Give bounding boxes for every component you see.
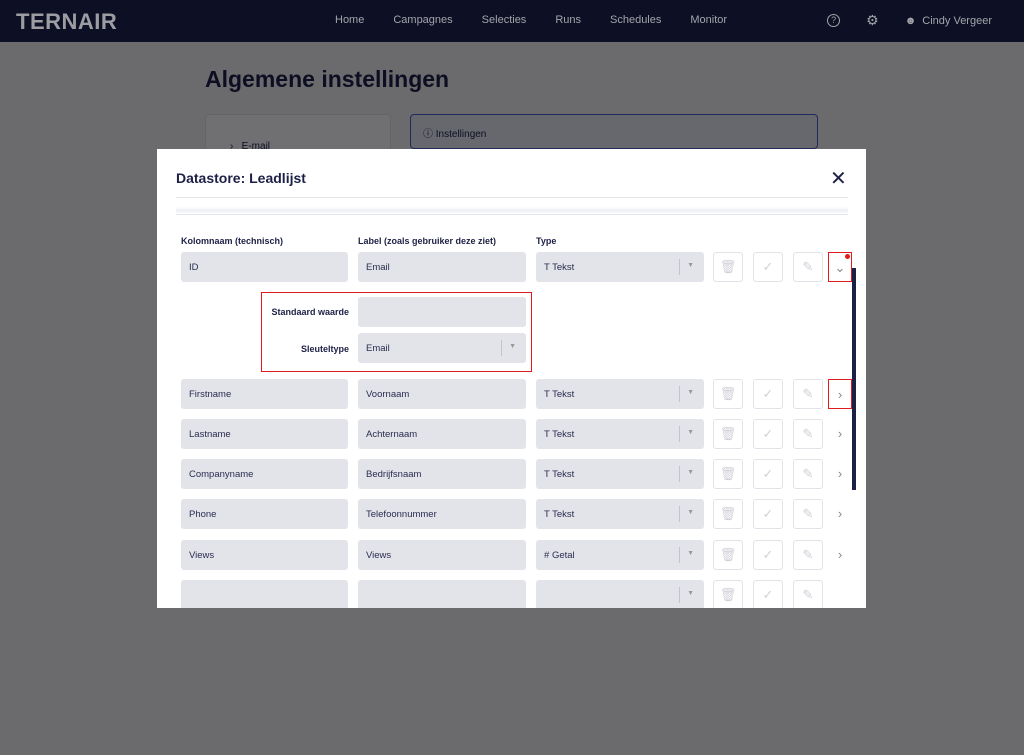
info-icon: ⓘ (423, 129, 436, 140)
label-input[interactable]: Views (358, 540, 526, 570)
type-select[interactable]: T Tekst ▼ (536, 379, 704, 409)
check-icon[interactable]: ✓ (753, 580, 783, 608)
trash-icon[interactable]: 🗑 (713, 499, 743, 529)
label-input[interactable]: Bedrijfsnaam (358, 459, 526, 489)
divider (176, 197, 848, 198)
info-banner: ⓘ Instellingen (410, 114, 818, 149)
label-input[interactable]: Telefoonnummer (358, 499, 526, 529)
user-name[interactable]: Cindy Vergeer (922, 15, 992, 27)
nav-home[interactable]: Home (335, 14, 364, 26)
page-title: Algemene instellingen (205, 66, 450, 92)
caret-down-icon: ▼ (687, 469, 694, 476)
header-label: Label (zoals gebruiker deze ziet) (358, 236, 497, 246)
chevron-right-icon[interactable]: › (828, 379, 852, 409)
close-icon[interactable]: ✕ (830, 166, 847, 191)
column-name-input[interactable]: Phone (181, 499, 348, 529)
trash-icon[interactable]: 🗑 (713, 419, 743, 449)
chevron-right-icon[interactable]: › (828, 419, 852, 449)
trash-icon[interactable]: 🗑 (713, 580, 743, 608)
edit-icon[interactable]: ✎ (793, 459, 823, 489)
type-value: Tekst (552, 509, 575, 520)
divider (176, 207, 848, 215)
logo[interactable]: TERNAIR (16, 9, 117, 35)
type-icon: T (544, 429, 550, 440)
label-input[interactable]: Achternaam (358, 419, 526, 449)
type-value: Tekst (552, 389, 575, 400)
nav-schedules[interactable]: Schedules (610, 14, 661, 26)
chevron-down-icon[interactable]: ⌄ (828, 252, 852, 282)
type-value: Tekst (552, 469, 575, 480)
caret-down-icon: ▼ (687, 550, 694, 557)
caret-down-icon: ▼ (687, 389, 694, 396)
type-icon: T (544, 262, 550, 273)
caret-down-icon: ▼ (687, 262, 694, 269)
type-value: Getal (551, 550, 575, 561)
nav-campagnes[interactable]: Campagnes (393, 14, 452, 26)
edit-icon[interactable]: ✎ (793, 540, 823, 570)
key-type-value: Email (366, 343, 390, 354)
trash-icon[interactable]: 🗑 (713, 252, 743, 282)
type-icon: T (544, 389, 550, 400)
type-icon: T (544, 509, 550, 520)
info-text: Instellingen (435, 129, 487, 140)
column-name-input[interactable]: ID (181, 252, 348, 282)
chevron-right-icon[interactable]: › (828, 459, 852, 489)
chevron-right-icon[interactable]: › (828, 540, 852, 570)
help-icon[interactable]: ? (827, 14, 841, 27)
edit-icon[interactable]: ✎ (793, 419, 823, 449)
chevron-right-icon[interactable]: › (828, 499, 852, 529)
check-icon[interactable]: ✓ (753, 499, 783, 529)
type-value: Tekst (552, 429, 575, 440)
label-input[interactable]: Voornaam (358, 379, 526, 409)
key-type-select[interactable]: Email ▼ (358, 333, 526, 363)
key-type-label: Sleuteltype (300, 344, 349, 354)
datastore-modal: Datastore: Leadlijst ✕ Kolomnaam (techni… (157, 149, 866, 608)
caret-down-icon: ▼ (687, 590, 694, 597)
scrollbar[interactable] (852, 268, 856, 490)
type-value: Tekst (552, 262, 575, 273)
column-name-input[interactable]: Companyname (181, 459, 348, 489)
type-icon: # (544, 550, 550, 561)
type-select[interactable]: T Tekst ▼ (536, 459, 704, 489)
trash-icon[interactable]: 🗑 (713, 379, 743, 409)
gear-icon[interactable]: ⚙ (866, 12, 879, 29)
caret-down-icon: ▼ (687, 429, 694, 436)
type-select[interactable]: # Getal ▼ (536, 540, 704, 570)
check-icon[interactable]: ✓ (753, 252, 783, 282)
top-nav: TERNAIR Home Campagnes Selecties Runs Sc… (0, 0, 1024, 42)
edit-icon[interactable]: ✎ (793, 252, 823, 282)
caret-down-icon: ▼ (687, 509, 694, 516)
trash-icon[interactable]: 🗑 (713, 459, 743, 489)
nav-runs[interactable]: Runs (555, 14, 581, 26)
label-input[interactable]: Email (358, 252, 526, 282)
user-icon: ☻ (904, 14, 917, 27)
check-icon[interactable]: ✓ (753, 419, 783, 449)
nav-selecties[interactable]: Selecties (482, 14, 527, 26)
type-select[interactable]: T Tekst ▼ (536, 499, 704, 529)
column-name-input[interactable]: Views (181, 540, 348, 570)
check-icon[interactable]: ✓ (753, 379, 783, 409)
check-icon[interactable]: ✓ (753, 540, 783, 570)
header-column-name: Kolomnaam (technisch) (181, 236, 284, 246)
column-name-input[interactable] (181, 580, 348, 608)
type-select[interactable]: T Tekst ▼ (536, 419, 704, 449)
check-icon[interactable]: ✓ (753, 459, 783, 489)
header-type: Type (536, 236, 557, 246)
trash-icon[interactable]: 🗑 (713, 540, 743, 570)
type-select[interactable]: T Tekst ▼ (536, 252, 704, 282)
column-name-input[interactable]: Lastname (181, 419, 348, 449)
label-input[interactable] (358, 580, 526, 608)
column-name-input[interactable]: Firstname (181, 379, 348, 409)
edit-icon[interactable]: ✎ (793, 499, 823, 529)
edit-icon[interactable]: ✎ (793, 379, 823, 409)
nav-monitor[interactable]: Monitor (690, 14, 727, 26)
default-value-label: Standaard waarde (271, 307, 349, 317)
type-icon: T (544, 469, 550, 480)
modal-title: Datastore: Leadlijst (176, 170, 306, 186)
edit-icon[interactable]: ✎ (793, 580, 823, 608)
default-value-input[interactable] (358, 297, 526, 327)
type-select[interactable]: ▼ (536, 580, 704, 608)
caret-down-icon: ▼ (509, 343, 516, 350)
